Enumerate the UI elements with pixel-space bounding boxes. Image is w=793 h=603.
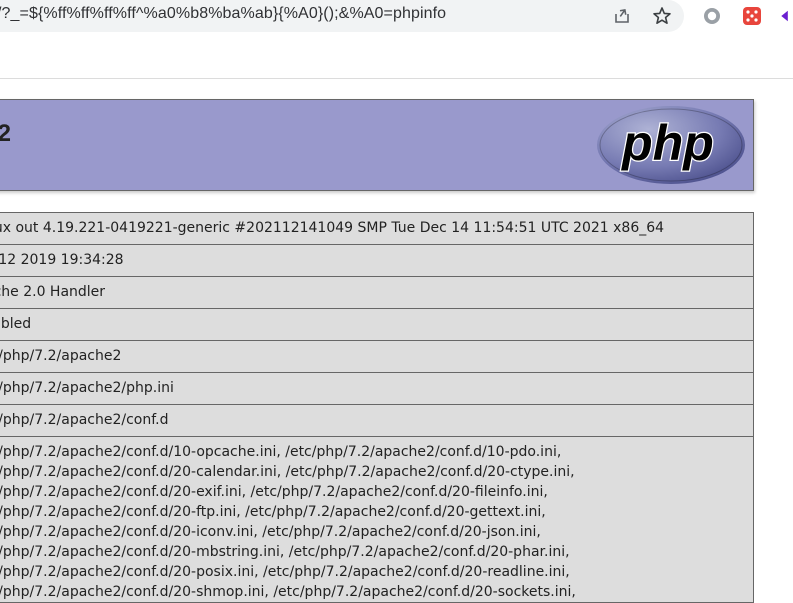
system-value: nux out 4.19.221-0419221-generic #202112… bbox=[0, 212, 754, 245]
ini-file-line: tc/php/7.2/apache2/conf.d/20-calendar.in… bbox=[0, 464, 575, 480]
loaded-config-file-value: tc/php/7.2/apache2/php.ini bbox=[0, 372, 754, 405]
ini-file-line: tc/php/7.2/apache2/conf.d/20-posix.ini, … bbox=[0, 564, 570, 580]
ini-file-line: tc/php/7.2/apache2/conf.d/20-shmop.ini, … bbox=[0, 584, 576, 600]
ini-file-line: tc/php/7.2/apache2/conf.d/10-opcache.ini… bbox=[0, 444, 562, 460]
table-row: tc/php/7.2/apache2 bbox=[0, 340, 754, 373]
table-row: g 12 2019 19:34:28 bbox=[0, 244, 754, 277]
virtual-directory-support-value: sabled bbox=[0, 308, 754, 341]
table-row: sabled bbox=[0, 308, 754, 341]
table-row: tc/php/7.2/apache2/conf.d/10-opcache.ini… bbox=[0, 436, 754, 603]
table-row: tc/php/7.2/apache2/conf.d bbox=[0, 404, 754, 437]
extension-circle-icon[interactable] bbox=[701, 5, 723, 27]
bookmark-star-icon[interactable] bbox=[651, 5, 673, 27]
phpinfo-header: .2 php bbox=[0, 99, 754, 191]
share-icon[interactable] bbox=[611, 5, 633, 27]
phpinfo-table: nux out 4.19.221-0419221-generic #202112… bbox=[0, 212, 754, 603]
extension-purple-icon[interactable] bbox=[780, 5, 793, 27]
table-row: nux out 4.19.221-0419221-generic #202112… bbox=[0, 212, 754, 245]
php-logo-text: php bbox=[620, 115, 714, 171]
build-date-value: g 12 2019 19:34:28 bbox=[0, 244, 754, 277]
ini-file-line: tc/php/7.2/apache2/conf.d/20-exif.ini, /… bbox=[0, 484, 548, 500]
config-file-path-value: tc/php/7.2/apache2 bbox=[0, 340, 754, 373]
toolbar-divider bbox=[0, 78, 793, 79]
browser-toolbar: 81/?_=${%ff%ff%ff%ff^%a0%b8%ba%ab}{%A0}(… bbox=[0, 0, 793, 34]
table-row: ache 2.0 Handler bbox=[0, 276, 754, 309]
additional-ini-files-value: tc/php/7.2/apache2/conf.d/10-opcache.ini… bbox=[0, 436, 754, 603]
extension-dice-icon[interactable] bbox=[741, 5, 763, 27]
url-text[interactable]: 81/?_=${%ff%ff%ff%ff^%a0%b8%ba%ab}{%A0}(… bbox=[0, 5, 446, 23]
scan-dir-value: tc/php/7.2/apache2/conf.d bbox=[0, 404, 754, 437]
address-bar[interactable]: 81/?_=${%ff%ff%ff%ff^%a0%b8%ba%ab}{%A0}(… bbox=[0, 0, 684, 32]
php-logo-icon: php bbox=[597, 106, 745, 184]
ini-file-line: tc/php/7.2/apache2/conf.d/20-ftp.ini, /e… bbox=[0, 504, 546, 520]
php-version-title: .2 bbox=[0, 120, 12, 147]
ini-file-line: tc/php/7.2/apache2/conf.d/20-iconv.ini, … bbox=[0, 524, 541, 540]
table-row: tc/php/7.2/apache2/php.ini bbox=[0, 372, 754, 405]
ini-file-line: tc/php/7.2/apache2/conf.d/20-mbstring.in… bbox=[0, 544, 570, 560]
server-api-value: ache 2.0 Handler bbox=[0, 276, 754, 309]
